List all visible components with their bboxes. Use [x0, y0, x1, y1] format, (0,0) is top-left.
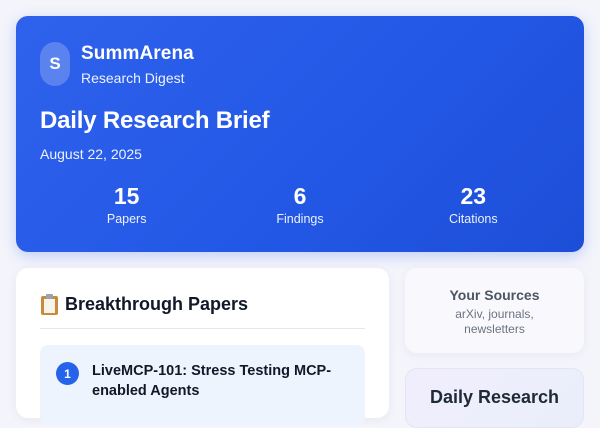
section-heading: Breakthrough Papers: [40, 294, 248, 315]
paper-title[interactable]: LiveMCP-101: Stress Testing MCP-enabled …: [92, 361, 348, 401]
section-title: Breakthrough Papers: [65, 294, 249, 314]
brand-logo-letter: S: [49, 54, 61, 73]
sources-card: Your Sources arXiv, journals, newsletter…: [405, 268, 584, 353]
stat-value: 15: [113, 183, 140, 209]
stat-findings: 6 Findings: [213, 182, 386, 232]
brand-logo: S: [40, 42, 70, 86]
stat-value: 23: [460, 183, 487, 209]
clipboard-icon: [40, 294, 59, 315]
sources-title: Your Sources: [449, 287, 540, 303]
page-title: Daily Research Brief: [40, 107, 270, 134]
stat-papers: 15 Papers: [40, 182, 213, 232]
sources-description: arXiv, journals, newsletters: [455, 307, 534, 336]
stat-label: Citations: [449, 212, 498, 226]
brief-date: August 22, 2025: [40, 146, 142, 162]
stats-row: 15 Papers 6 Findings 23 Citations: [40, 182, 560, 232]
daily-research-title: Daily Research: [429, 387, 560, 407]
stat-citations: 23 Citations: [387, 182, 560, 232]
paper-rank-badge: 1: [56, 362, 79, 385]
breakthrough-papers-card: Breakthrough Papers 1 LiveMCP-101: Stres…: [16, 268, 389, 425]
brand-name: SummArena: [81, 43, 194, 64]
stat-label: Papers: [106, 212, 147, 226]
section-divider: [40, 328, 365, 329]
brand-subtitle: Research Digest: [81, 70, 185, 86]
stat-value: 6: [293, 183, 307, 209]
header-banner: S SummArena Research Digest Daily Resear…: [16, 16, 584, 252]
stat-label: Findings: [276, 212, 324, 226]
daily-research-card[interactable]: Daily Research: [405, 368, 584, 428]
paper-list-item[interactable]: 1 LiveMCP-101: Stress Testing MCP-enable…: [40, 345, 365, 425]
